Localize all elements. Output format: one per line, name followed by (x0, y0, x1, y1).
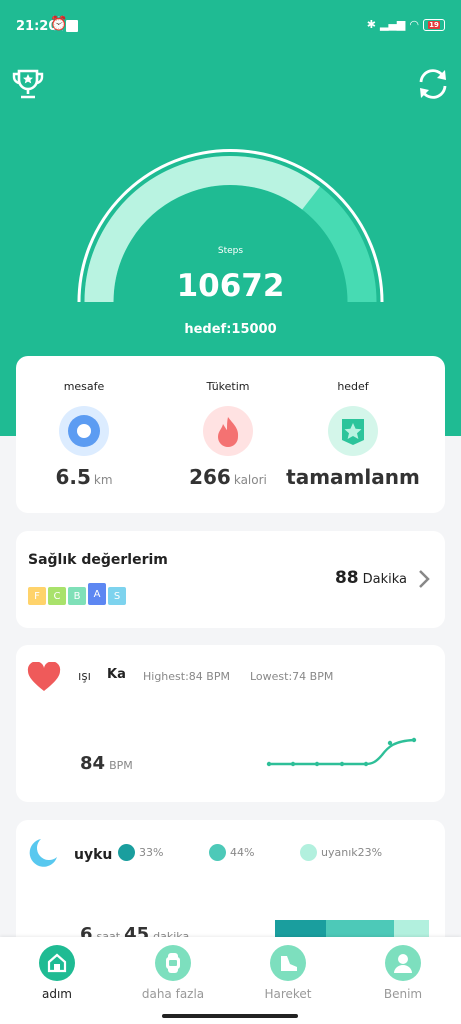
heart-tab[interactable]: ışı (78, 669, 91, 683)
metric-label: hedef (337, 380, 369, 393)
nav-item-activity[interactable]: Hareket (238, 945, 338, 1001)
metric-label: mesafe (63, 380, 105, 393)
health-card[interactable]: Sağlık değerlerim F C B A S 88 Dakika (16, 531, 445, 628)
nav-item-profile[interactable]: Benim (353, 945, 453, 1001)
health-badges: F C B A S (28, 583, 126, 605)
badge-c: C (48, 587, 66, 605)
chart-point (339, 761, 345, 767)
chart-point (363, 761, 369, 767)
badge-f: F (28, 587, 46, 605)
chart-point (314, 761, 320, 767)
nav-item-more[interactable]: daha fazla (123, 945, 223, 1001)
heart-lowest: Lowest:74 BPM (250, 670, 334, 683)
metric-label: Tüketim (206, 380, 250, 393)
notification-icon (66, 20, 78, 32)
battery-icon: 19 (423, 18, 445, 31)
user-icon (385, 945, 421, 981)
chart-point (266, 761, 272, 767)
chart-point (411, 737, 417, 743)
badge-s: S (108, 587, 126, 605)
chevron-right-icon[interactable] (417, 569, 431, 589)
nav-item-steps[interactable]: adım (7, 945, 107, 1001)
steps-value: 10672 (176, 268, 285, 304)
badge-b: B (68, 587, 86, 605)
heart-rate-card[interactable]: ışı Ka Highest:84 BPM Lowest:74 BPM 84 BP… (16, 645, 445, 802)
steps-label: Steps (217, 246, 244, 256)
trophy-icon[interactable] (10, 66, 46, 102)
bluetooth-icon: ✱ (366, 18, 376, 31)
metric-value: 6.5 km (55, 465, 113, 489)
watch-icon (155, 945, 191, 981)
steps-goal: hedef:15000 (184, 322, 277, 337)
nav-label: daha fazla (141, 987, 205, 1001)
signal-icon: ▂▄▆ (380, 18, 406, 31)
home-indicator (162, 1014, 298, 1018)
heart-value: 84 BPM (80, 753, 133, 774)
shoe-icon (270, 945, 306, 981)
sync-icon[interactable] (415, 66, 451, 102)
badge-a: A (88, 583, 106, 605)
heart-highest: Highest:84 BPM (143, 670, 230, 683)
legend-dot (118, 844, 135, 861)
chart-point (290, 761, 296, 767)
metric-value: 266 kalori (189, 465, 267, 489)
sleep-legend-deep: 33% (118, 844, 163, 861)
status-bar: 21:20 ⏰ ✱ ▂▄▆ ◠ 19 (0, 0, 461, 52)
chart-point (387, 740, 393, 746)
sleep-legend-light: 44% (209, 844, 254, 861)
sleep-legend-awake: uyanık23% (300, 844, 382, 861)
flame-icon (203, 406, 253, 456)
star-badge-icon (328, 406, 378, 456)
health-title: Sağlık değerlerim (28, 552, 168, 568)
heart-tab-active[interactable]: Ka (107, 667, 126, 682)
moon-icon (29, 839, 57, 867)
legend-dot (209, 844, 226, 861)
heart-rate-chart (266, 737, 417, 767)
nav-label: Benim (383, 987, 423, 1001)
sleep-title: uyku (74, 847, 113, 863)
metrics-card: mesafe 6.5 km Tüketim 266 kalori hedef tam… (16, 356, 445, 513)
nav-label: adım (42, 987, 72, 1001)
health-value: 88 Dakika (334, 568, 407, 588)
legend-dot (300, 844, 317, 861)
bottom-nav: adım daha fazla Hareket Benim (0, 937, 461, 1024)
sleep-card[interactable]: uyku 33% 44% uyanık23% 6saat45dakika (16, 820, 445, 950)
alarm-icon: ⏰ (50, 16, 68, 32)
metric-value: tamamlanm (286, 465, 420, 489)
distance-icon (59, 406, 109, 456)
home-icon (39, 945, 75, 981)
nav-label: Hareket (264, 987, 312, 1001)
heart-icon (27, 662, 61, 691)
wifi-icon: ◠ (409, 18, 419, 31)
